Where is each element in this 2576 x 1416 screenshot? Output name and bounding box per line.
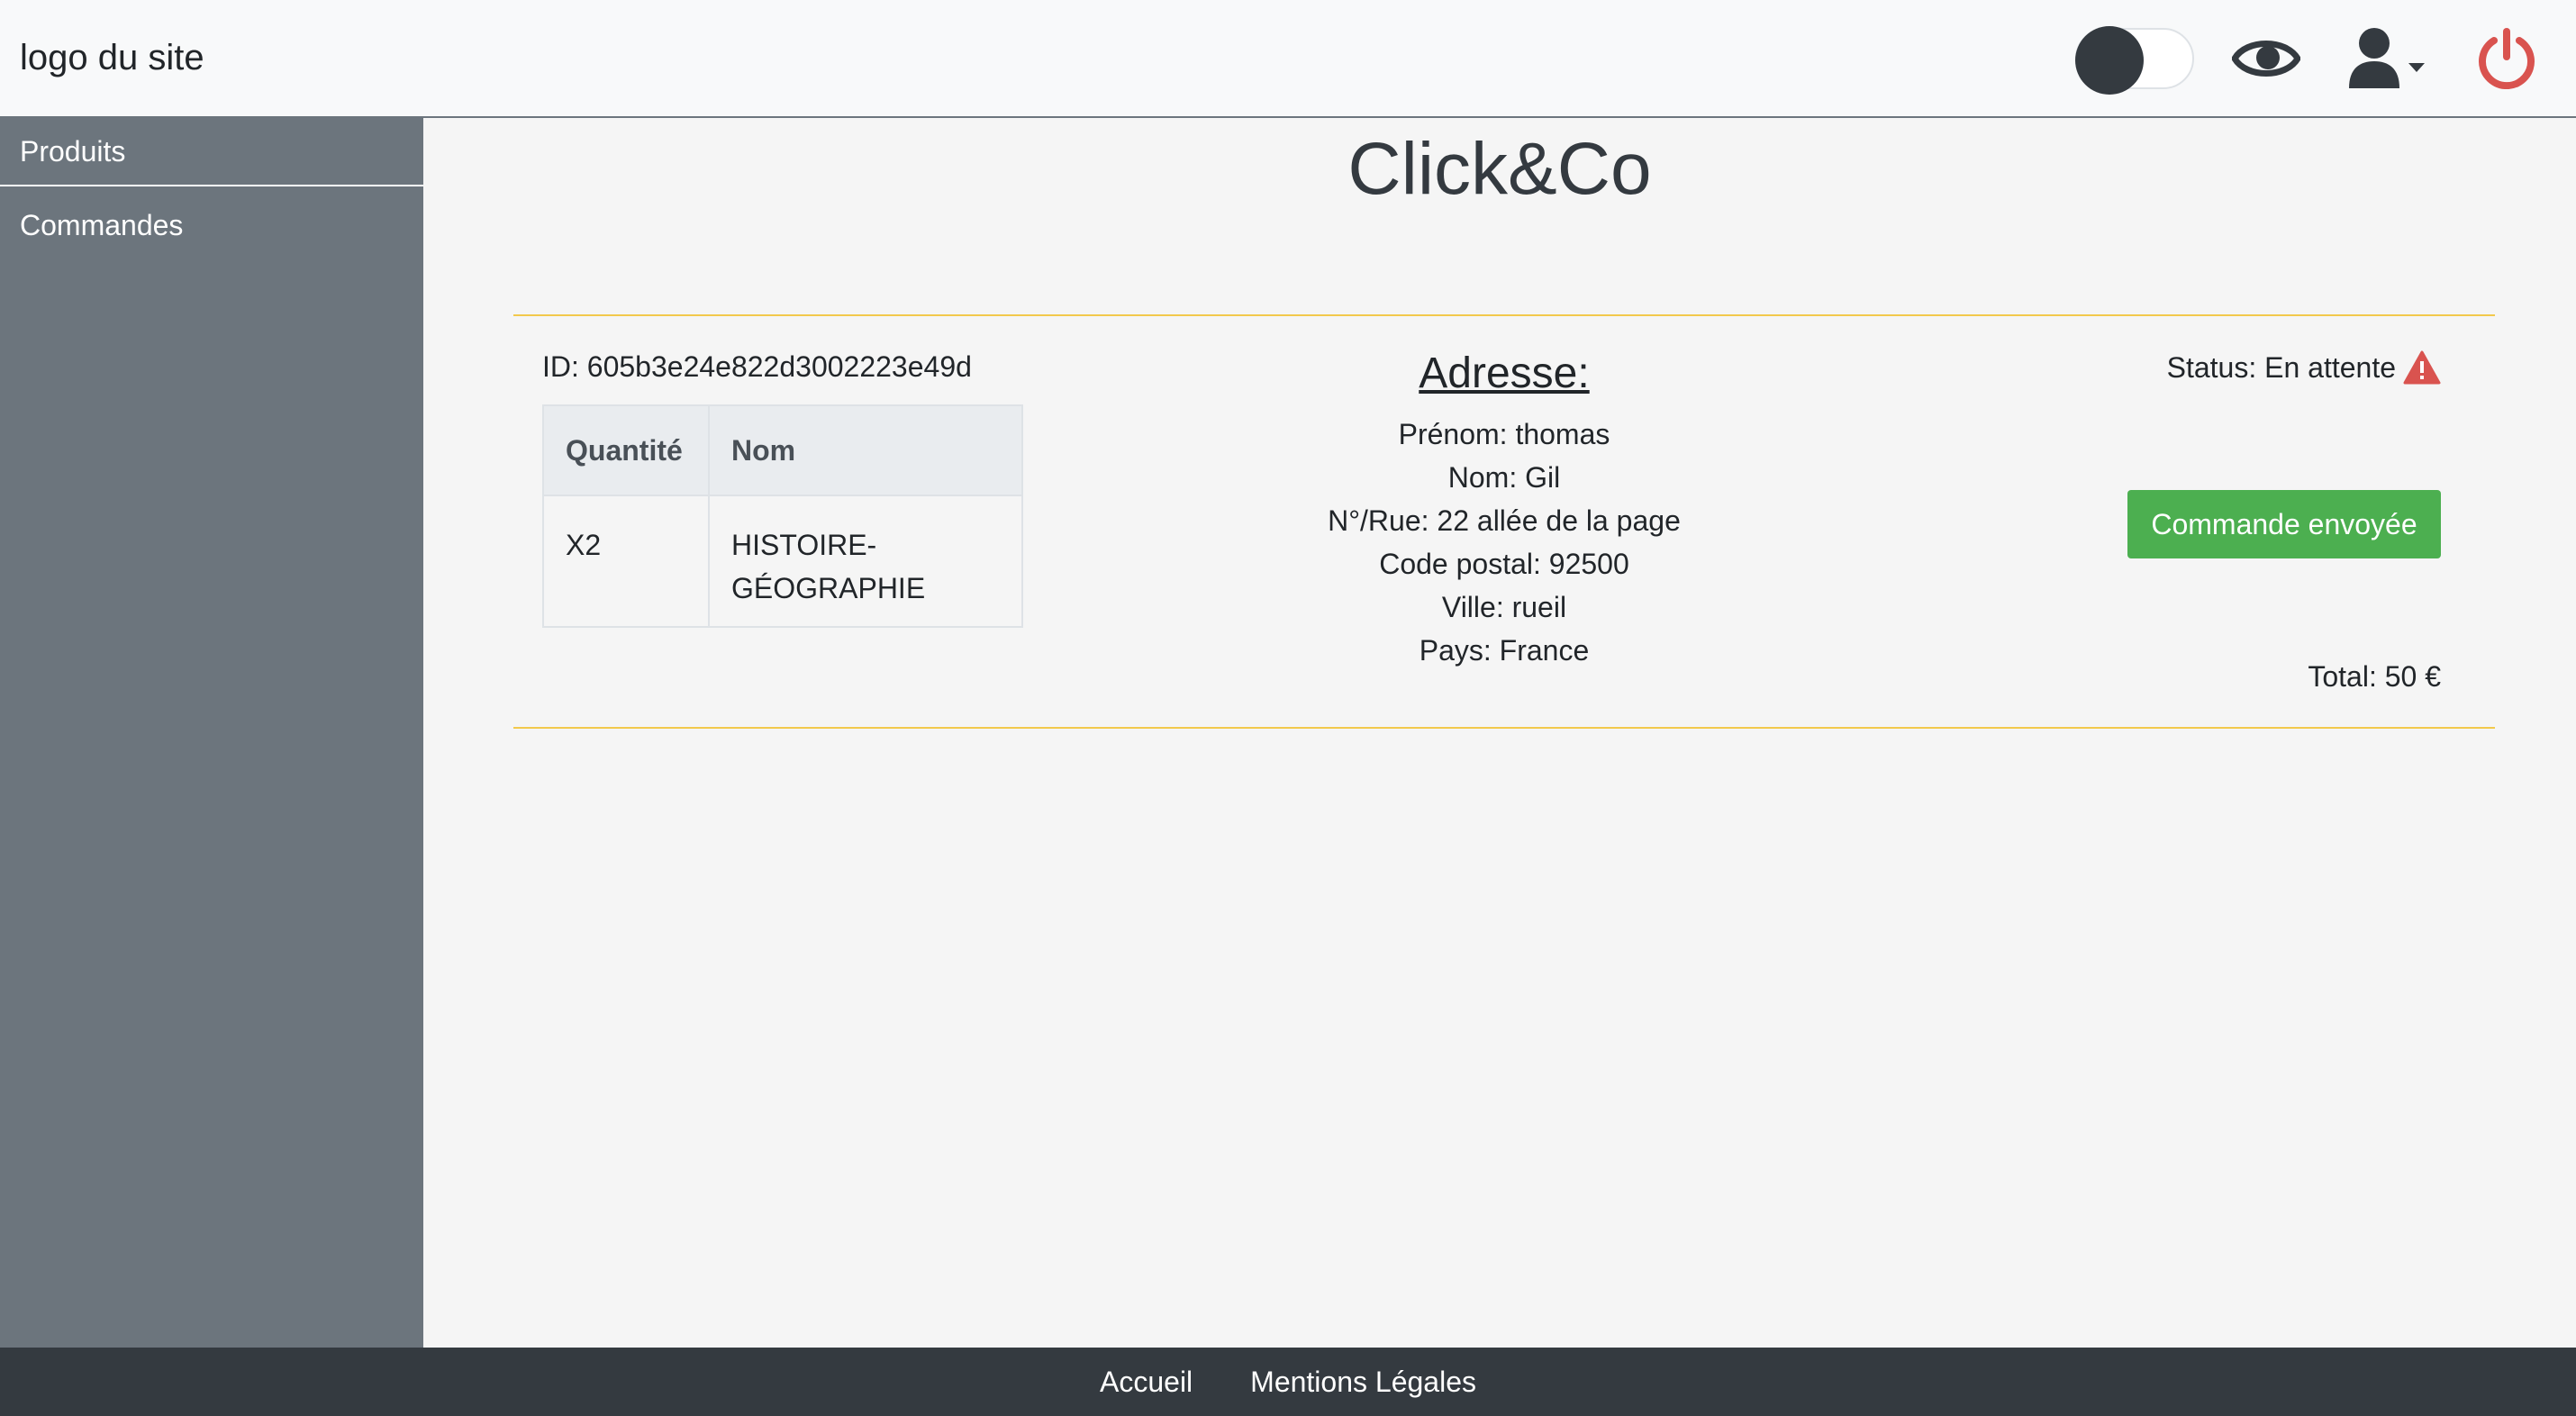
top-navbar: logo du site xyxy=(0,0,2576,118)
address-postal-code: Code postal: 92500 xyxy=(1379,548,1629,580)
order-id: ID: 605b3e24e822d3002223e49d xyxy=(542,350,972,383)
order-total: Total: 50 € xyxy=(2308,660,2441,693)
cell-name: HISTOIRE- GÉOGRAPHIE xyxy=(708,495,1023,628)
warning-icon xyxy=(2403,350,2441,385)
sidebar-item-label: Commandes xyxy=(20,208,184,241)
column-header-name: Nom xyxy=(708,404,1023,496)
theme-toggle[interactable] xyxy=(2075,25,2194,95)
cell-name-line: GÉOGRAPHIE xyxy=(731,572,926,604)
column-header-quantity: Quantité xyxy=(542,404,710,496)
table-row: X2 HISTOIRE- GÉOGRAPHIE xyxy=(542,495,1023,628)
sidebar-item-produits[interactable]: Produits xyxy=(0,118,423,186)
address-country: Pays: France xyxy=(1419,634,1590,667)
header-actions xyxy=(2075,24,2556,95)
site-logo[interactable]: logo du site xyxy=(20,38,204,78)
power-icon[interactable] xyxy=(2475,27,2538,90)
cell-name-line: HISTOIRE- xyxy=(731,529,877,561)
address-block: Adresse: Prénom: thomas Nom: Gil N°/Rue:… xyxy=(1279,349,1729,672)
sidebar-item-label: Produits xyxy=(20,134,126,168)
table-header-row: Quantité Nom xyxy=(542,404,1023,496)
order-status: Status: En attente xyxy=(2167,350,2441,385)
footer-link-accueil[interactable]: Accueil xyxy=(1100,1366,1193,1399)
main-content: Click&Co ID: 605b3e24e822d3002223e49d Qu… xyxy=(423,118,2576,1348)
sidebar: Produits Commandes xyxy=(0,118,423,1348)
toggle-knob xyxy=(2075,25,2144,95)
order-items-table: Quantité Nom X2 HISTOIRE- GÉOGRAPHIE xyxy=(542,404,1023,628)
cell-quantity: X2 xyxy=(542,495,710,628)
address-firstname: Prénom: thomas xyxy=(1398,418,1610,450)
address-street: N°/Rue: 22 allée de la page xyxy=(1328,504,1681,537)
status-text: Status: En attente xyxy=(2166,350,2396,384)
footer-link-legal[interactable]: Mentions Légales xyxy=(1250,1366,1476,1399)
order-sent-button[interactable]: Commande envoyée xyxy=(2127,490,2441,558)
eye-icon[interactable] xyxy=(2232,32,2300,86)
page-title: Click&Co xyxy=(1347,128,1652,210)
sidebar-item-commandes[interactable]: Commandes xyxy=(0,186,423,264)
footer: Accueil Mentions Légales xyxy=(0,1348,2576,1416)
address-title: Adresse: xyxy=(1419,349,1590,397)
order-card: ID: 605b3e24e822d3002223e49d Quantité No… xyxy=(513,314,2495,729)
address-city: Ville: rueil xyxy=(1441,591,1567,623)
address-lastname: Nom: Gil xyxy=(1447,461,1561,494)
user-menu-icon[interactable] xyxy=(2347,24,2428,93)
